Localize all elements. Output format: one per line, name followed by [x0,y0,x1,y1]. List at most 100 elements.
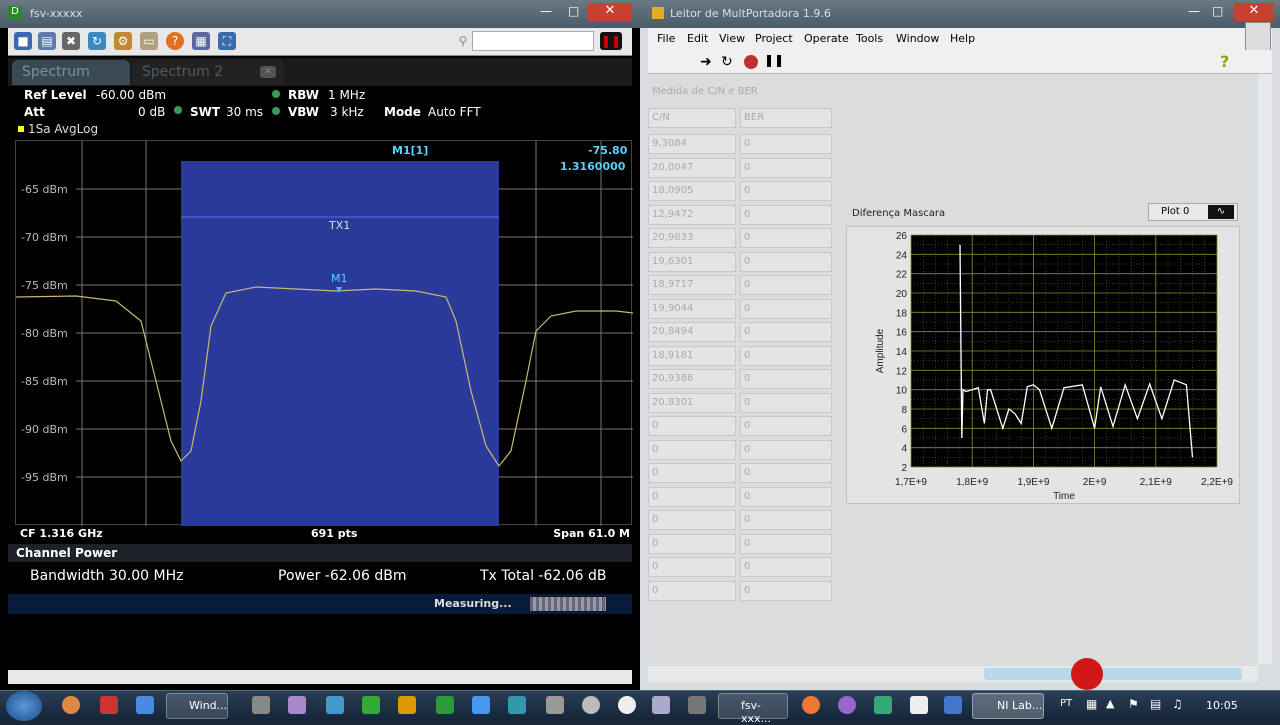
network-icon[interactable]: ▤ [1150,697,1161,711]
y-tick-label: 18 [896,308,908,319]
cn-cell: 0 [648,416,736,436]
app-icon[interactable] [472,696,490,714]
help-icon[interactable]: ? [166,32,184,50]
app-icon[interactable] [398,696,416,714]
app-icon[interactable] [136,696,154,714]
plot-legend[interactable]: Plot 0 ∿ [1148,203,1238,221]
app-icon[interactable] [508,696,526,714]
refresh-icon[interactable]: ↻ [88,32,106,50]
browser-icon[interactable] [62,696,80,714]
x-tick-label: 2,1E+9 [1140,477,1172,488]
ber-cell: 0 [740,228,832,248]
maximize-icon[interactable]: □ [568,4,579,18]
vertical-scrollbar[interactable] [1258,74,1272,664]
maximize-icon[interactable]: □ [1212,4,1223,18]
pause-icon[interactable]: ❚❚ [764,53,784,67]
app-icon[interactable] [652,696,670,714]
close-icon[interactable]: ✕ [588,3,632,21]
cn-cell: 20,9833 [648,228,736,248]
volume-icon[interactable]: ♫ [1172,697,1183,711]
clock[interactable]: 10:05 [1206,699,1238,712]
taskbar-spectrum[interactable]: fsv-xxx... [718,693,788,725]
labview-titlebar[interactable]: Leitor de MultPortadora 1.9.6 — □ ✕ [640,0,1280,28]
menu-project[interactable]: Project [755,32,793,45]
save-icon[interactable]: ■ [14,32,32,50]
horizontal-scrollbar[interactable] [648,666,1258,682]
y-tick-label: 20 [896,289,908,300]
taskbar-labview[interactable]: NI Lab... [972,693,1044,719]
y-tick-label: 16 [896,328,908,339]
menu-tools[interactable]: Tools [856,32,883,45]
menu-view[interactable]: View [719,32,745,45]
vi-icon[interactable] [1245,22,1271,52]
tools-icon[interactable]: ✖ [62,32,80,50]
settings-icon[interactable]: ⚙ [114,32,132,50]
app-icon[interactable] [874,696,892,714]
ber-cell: 0 [740,463,832,483]
flag-icon[interactable]: ⚑ [1128,697,1139,711]
app-icon[interactable] [910,696,928,714]
spectrum-plot[interactable]: -65 dBm -70 dBm -75 dBm -80 dBm -85 dBm … [15,140,633,526]
fullscreen-icon[interactable]: ⛶ [218,32,236,50]
menu-window[interactable]: Window [896,32,939,45]
app-icon[interactable] [326,696,344,714]
app-icon[interactable] [288,696,306,714]
ber-cell: 0 [740,392,832,413]
close-icon[interactable]: ✕ [1234,3,1274,21]
app-icon[interactable] [838,696,856,714]
ber-cell: 0 [740,275,832,295]
print-icon[interactable]: ▤ [38,32,56,50]
run-arrow-icon[interactable]: ➜ [700,54,712,70]
y-tick-label: 4 [901,444,907,455]
menu-edit[interactable]: Edit [687,32,708,45]
app-icon[interactable] [688,696,706,714]
horizontal-scrollbar[interactable] [8,670,632,684]
amplitude-chart[interactable]: 24681012141618202224261,7E+9 1,8E+9 1,9E+9… [847,227,1241,505]
help-icon[interactable]: ? [1220,52,1229,71]
trace-color-icon [18,126,24,132]
ber-cell: 0 [740,486,832,507]
app-icon[interactable] [252,696,270,714]
tray-icon[interactable]: ▦ [1086,697,1097,711]
abort-icon[interactable] [744,55,758,69]
y-tick-label: -70 dBm [21,231,68,244]
menu-help[interactable]: Help [950,32,975,45]
taskbar-explorer[interactable]: Wind... [166,693,228,719]
y-tick-label: 14 [896,347,908,358]
folder-icon[interactable]: ▭ [140,32,158,50]
window-title: fsv-xxxxx [30,7,83,20]
app-icon[interactable] [100,696,118,714]
close-tab-icon[interactable]: ✕ [260,66,276,78]
network-icon[interactable]: ▦ [192,32,210,50]
app-icon[interactable] [436,696,454,714]
app-icon[interactable] [362,696,380,714]
measurement-settings: Ref Level -60.00 dBm Att 0 dB SWT 30 ms … [8,86,632,122]
tab-spectrum[interactable]: Spectrum [12,60,130,85]
app-icon[interactable] [546,696,564,714]
y-axis-label: Amplitude [875,328,886,373]
tab-spectrum-2[interactable]: Spectrum 2 ✕ [132,60,284,85]
rbw-label: RBW [288,88,319,102]
tray-expand-icon[interactable]: ▲ [1106,697,1114,710]
spectrum-titlebar[interactable]: D fsv-xxxxx — □ ✕ [0,0,640,28]
run-continuous-icon[interactable]: ↻ [721,54,733,70]
ber-cell: 0 [740,181,832,201]
scrollbar-thumb[interactable] [984,668,1242,680]
menu-file[interactable]: File [657,32,675,45]
minimize-icon[interactable]: — [1188,4,1200,18]
app-icon[interactable] [582,696,600,714]
tx-total-readout: Tx Total -62.06 dB [480,568,607,584]
language-indicator[interactable]: PT [1060,698,1072,709]
app-icon[interactable] [944,696,962,714]
x-tick-label: 1,9E+9 [1017,477,1049,488]
app-icon[interactable] [618,696,636,714]
minimize-icon[interactable]: — [540,4,552,18]
swt-label: SWT [190,105,221,119]
search-input[interactable] [472,31,594,51]
menu-operate[interactable]: Operate [804,32,849,45]
marker-header: M1[1] [392,144,429,157]
display-toggle-icon[interactable]: ❚❚ [600,32,622,50]
app-icon[interactable] [802,696,820,714]
cn-cell: 19,6301 [648,251,736,272]
start-button[interactable] [6,691,42,721]
